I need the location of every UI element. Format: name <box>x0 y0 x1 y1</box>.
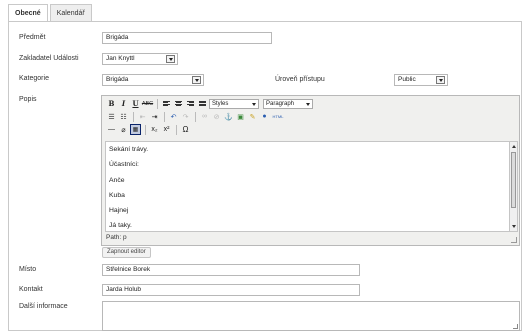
image-icon: ▣ <box>237 113 244 121</box>
popis-label: Popis <box>19 96 37 103</box>
cleanup-button[interactable]: ✎ <box>247 111 258 122</box>
editor-line: Sekání trávy. <box>109 146 149 153</box>
align-center-button[interactable] <box>173 98 184 109</box>
anchor-icon: ⚓ <box>224 113 233 121</box>
predmet-label: Předmět <box>19 34 46 41</box>
align-right-button[interactable] <box>185 98 196 109</box>
visual-aid-icon: ▦ <box>132 127 139 133</box>
resize-grip-icon[interactable] <box>511 237 517 243</box>
broom-icon: ✎ <box>249 113 256 121</box>
unlink-button[interactable]: ⊘ <box>211 111 222 122</box>
styles-select[interactable]: Styles <box>209 98 259 109</box>
chevron-down-icon <box>192 76 201 84</box>
bold-button[interactable]: B <box>106 98 117 109</box>
scroll-thumb[interactable] <box>511 152 516 208</box>
toolbar-separator <box>176 124 177 135</box>
subscript-button[interactable]: x₂ <box>149 124 160 135</box>
undo-button[interactable]: ↶ <box>168 111 179 122</box>
editor-line: Hajnej <box>109 207 129 215</box>
numbered-list-button[interactable]: ☷ <box>118 111 129 122</box>
toolbar-separator <box>133 111 134 122</box>
editor-content[interactable]: Sekání trávy. Účastníci: Anče Kuba Hajne… <box>105 141 509 232</box>
align-center-icon <box>175 100 182 107</box>
italic-button[interactable]: I <box>118 98 129 109</box>
horizontal-rule-icon: — <box>108 126 115 133</box>
bullet-list-icon: ☰ <box>108 113 115 121</box>
eraser-icon: ⌀ <box>121 126 126 134</box>
dalsi-textarea[interactable] <box>102 301 520 331</box>
kontakt-input[interactable]: Jarda Holub <box>102 284 360 296</box>
outdent-button[interactable]: ⇤ <box>137 111 148 122</box>
zakladatel-label: Zakladatel Události <box>19 55 79 62</box>
editor-toolbar-row-3: — ⌀ ▦ x₂ x² Ω <box>106 123 192 136</box>
link-button[interactable]: ∞ <box>199 111 210 122</box>
align-justify-icon <box>199 100 206 107</box>
zakladatel-value: Jan Knyttl <box>106 55 135 62</box>
image-button[interactable]: ▣ <box>235 111 246 122</box>
chevron-down-icon <box>166 55 175 63</box>
resize-grip-icon[interactable] <box>513 324 518 329</box>
superscript-button[interactable]: x² <box>161 124 172 135</box>
editor-path: Path: p <box>106 234 127 241</box>
uroven-value: Public <box>398 76 416 83</box>
uroven-select[interactable]: Public <box>394 74 448 86</box>
misto-label: Místo <box>19 266 37 273</box>
predmet-input[interactable]: Brigáda <box>102 32 272 44</box>
unlink-icon: ⊘ <box>213 113 220 121</box>
visual-aid-button[interactable]: ▦ <box>130 124 141 135</box>
editor-toolbar-row-1: B I U ABC Styles Paragraph <box>106 97 317 110</box>
strikethrough-button[interactable]: ABC <box>142 98 153 109</box>
scroll-down-icon <box>512 225 516 228</box>
toolbar-separator <box>145 124 146 135</box>
format-select[interactable]: Paragraph <box>263 98 313 109</box>
kategorie-value: Brigáda <box>106 76 129 83</box>
kategorie-select[interactable]: Brigáda <box>102 74 204 86</box>
redo-button[interactable]: ↷ <box>180 111 191 122</box>
outdent-icon: ⇤ <box>139 113 146 121</box>
editor-line: Já taky. <box>109 222 132 230</box>
kategorie-label: Kategorie <box>19 75 49 82</box>
align-left-button[interactable] <box>161 98 172 109</box>
kontakt-label: Kontakt <box>19 286 43 293</box>
numbered-list-icon: ☷ <box>120 113 127 121</box>
dalsi-label: Další informace <box>19 303 68 310</box>
indent-button[interactable]: ⇥ <box>149 111 160 122</box>
toolbar-separator <box>164 111 165 122</box>
editor-line: Kuba <box>109 191 125 199</box>
align-justify-button[interactable] <box>197 98 208 109</box>
underline-button[interactable]: U <box>130 98 141 109</box>
align-right-icon <box>187 100 194 107</box>
zakladatel-select[interactable]: Jan Knyttl <box>102 53 178 65</box>
scroll-up-icon <box>512 145 516 148</box>
editor-line: Anče <box>109 176 125 184</box>
tab-bar: Obecné Kalendář <box>8 4 94 23</box>
link-icon: ∞ <box>202 113 207 120</box>
anchor-button[interactable]: ⚓ <box>223 111 234 122</box>
uroven-label: Úroveň přístupu <box>275 76 325 83</box>
tab-kalendar[interactable]: Kalendář <box>49 4 92 22</box>
rich-text-editor: B I U ABC Styles Paragraph ☰ ☷ ⇤ ⇥ ↶ ↷ ∞… <box>101 95 520 246</box>
editor-toolbar-row-2: ☰ ☷ ⇤ ⇥ ↶ ↷ ∞ ⊘ ⚓ ▣ ✎ ● HTML <box>106 110 286 123</box>
chevron-down-icon <box>436 76 445 84</box>
html-button[interactable]: HTML <box>271 111 285 122</box>
toggle-editor-button[interactable]: Zapnout editor <box>102 247 151 258</box>
special-char-button[interactable]: Ω <box>180 124 191 135</box>
indent-icon: ⇥ <box>151 113 158 121</box>
help-button[interactable]: ● <box>259 111 270 122</box>
redo-icon: ↷ <box>182 113 189 121</box>
bullet-list-button[interactable]: ☰ <box>106 111 117 122</box>
help-icon: ● <box>262 113 267 120</box>
editor-line: Účastníci: <box>109 161 139 169</box>
misto-input[interactable]: Střelnice Borek <box>102 264 360 276</box>
editor-scrollbar[interactable] <box>509 141 518 232</box>
horizontal-rule-button[interactable]: — <box>106 124 117 135</box>
toolbar-separator <box>157 98 158 109</box>
align-left-icon <box>163 100 170 107</box>
remove-format-button[interactable]: ⌀ <box>118 124 129 135</box>
toolbar-separator <box>195 111 196 122</box>
undo-icon: ↶ <box>170 113 177 121</box>
